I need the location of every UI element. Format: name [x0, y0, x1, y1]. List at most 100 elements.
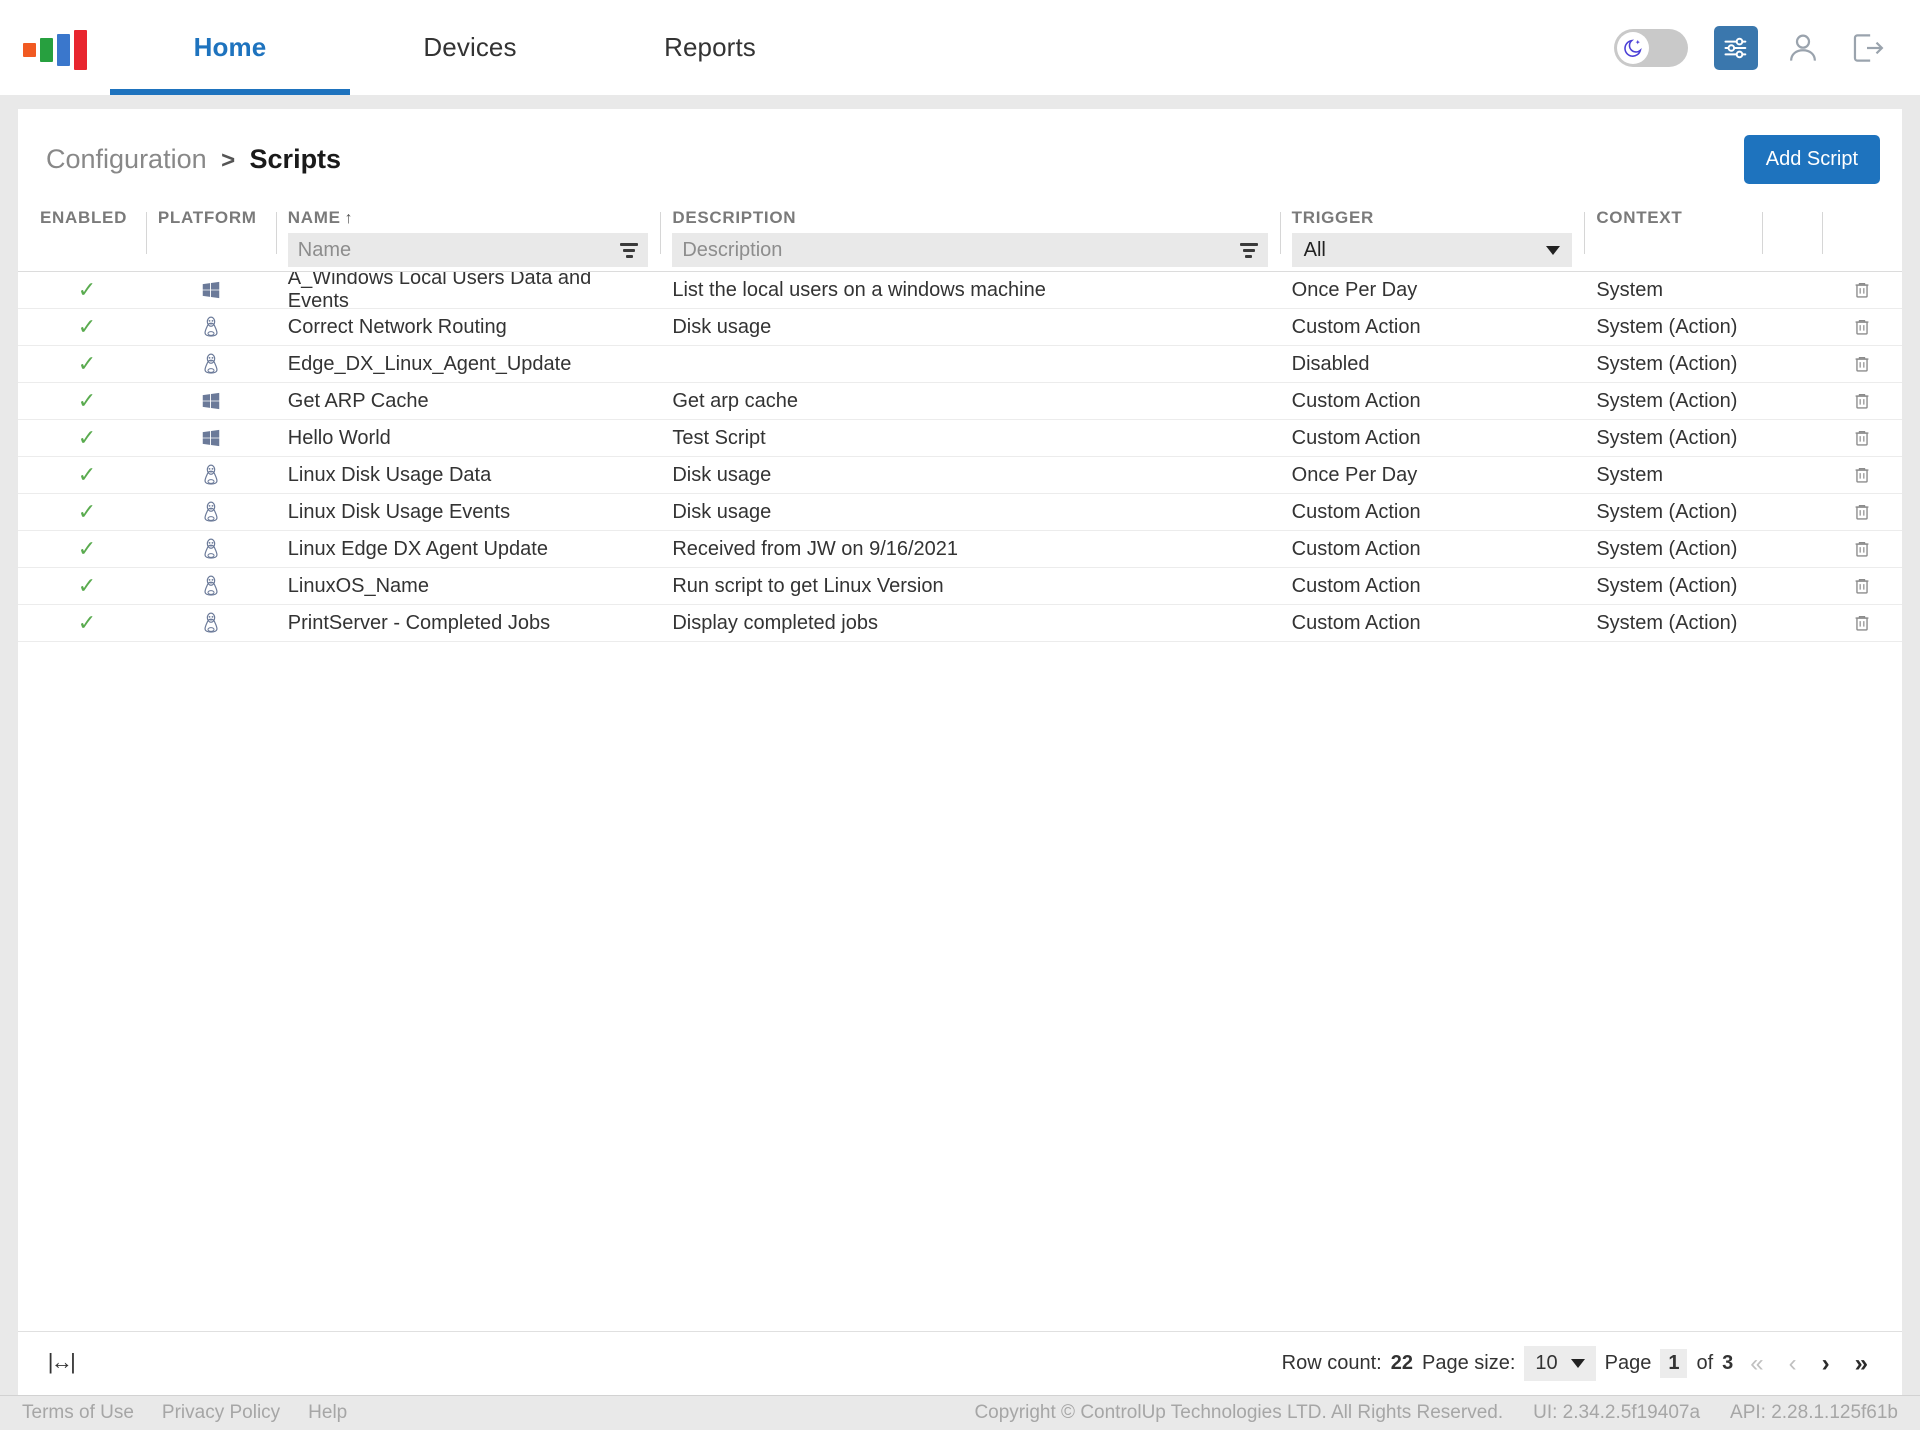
row-platform-icon — [146, 272, 276, 308]
delete-icon — [1855, 282, 1869, 298]
table-row[interactable]: ✓ Get ARP Cache Get arp cache Custom Action… — [18, 383, 1902, 420]
column-header-actions — [1822, 200, 1902, 271]
linux-penguin-icon — [204, 538, 218, 559]
filter-icon[interactable] — [1239, 242, 1258, 258]
add-script-button[interactable]: Add Script — [1743, 135, 1880, 184]
column-header-platform[interactable]: PLATFORM — [145, 200, 276, 271]
linux-penguin-icon — [204, 501, 218, 522]
row-trigger: Custom Action — [1291, 537, 1421, 560]
row-count-label: Row count: — [1281, 1352, 1382, 1374]
row-delete-button[interactable] — [1822, 346, 1902, 382]
nav-item-home[interactable]: Home — [110, 0, 350, 95]
row-delete-button[interactable] — [1822, 568, 1902, 604]
description-filter-input[interactable] — [682, 238, 1240, 262]
row-delete-button[interactable] — [1822, 309, 1902, 345]
breadcrumb-current: Scripts — [249, 144, 342, 174]
row-enabled-checkmark[interactable]: ✓ — [28, 568, 146, 604]
dark-mode-toggle[interactable] — [1614, 28, 1688, 67]
column-header-trigger[interactable]: TRIGGER All — [1279, 200, 1585, 271]
table-row[interactable]: ✓ LinuxOS_Name Run script to get Linux Ver… — [18, 568, 1902, 605]
table-row[interactable]: ✓ Correct Network Routing Disk usage Custom… — [18, 309, 1902, 346]
column-header-enabled[interactable]: ENABLED — [28, 200, 146, 271]
name-filter-box[interactable] — [287, 233, 649, 267]
row-delete-button[interactable] — [1822, 605, 1902, 641]
row-platform-icon — [146, 420, 276, 456]
delete-icon — [1855, 356, 1869, 372]
row-delete-button[interactable] — [1822, 420, 1902, 456]
column-header-description[interactable]: DESCRIPTION — [660, 200, 1279, 271]
table-row[interactable]: ✓ Edge_DX_Linux_Agent_Update Disabled Syste… — [18, 346, 1902, 383]
filter-icon[interactable] — [620, 242, 639, 258]
user-account-button[interactable] — [1784, 29, 1822, 67]
delete-icon — [1855, 578, 1869, 594]
table-row[interactable]: ✓ Hello World Test Script Custom Action Syst… — [18, 420, 1902, 457]
logout-button[interactable] — [1848, 29, 1886, 67]
row-platform-icon — [146, 457, 276, 493]
row-enabled-checkmark[interactable]: ✓ — [28, 383, 146, 419]
nav-item-reports[interactable]: Reports — [590, 0, 830, 95]
table-body: ✓ A_Windows Local Users Data and Events Li… — [18, 272, 1902, 1331]
nav-item-reports-label: Reports — [664, 32, 756, 62]
row-platform-icon — [146, 346, 276, 382]
row-enabled-checkmark[interactable]: ✓ — [28, 457, 146, 493]
sort-ascending-icon[interactable]: ↑ — [345, 210, 354, 227]
row-enabled-checkmark[interactable]: ✓ — [28, 309, 146, 345]
settings-button[interactable] — [1714, 25, 1758, 70]
first-page-button[interactable]: « — [1742, 1350, 1771, 1378]
row-enabled-checkmark[interactable]: ✓ — [28, 494, 146, 530]
next-page-button[interactable]: › — [1814, 1350, 1838, 1378]
row-name: A_Windows Local Users Data and Events — [287, 272, 592, 312]
controlup-logo[interactable] — [0, 0, 110, 95]
table-row[interactable]: ✓ Linux Edge DX Agent Update Received from… — [18, 531, 1902, 568]
privacy-policy-link[interactable]: Privacy Policy — [162, 1402, 280, 1424]
row-enabled-checkmark[interactable]: ✓ — [28, 605, 146, 641]
row-enabled-checkmark[interactable]: ✓ — [28, 346, 146, 382]
nav-item-devices[interactable]: Devices — [350, 0, 590, 95]
row-name: Linux Edge DX Agent Update — [287, 537, 548, 560]
description-filter-box[interactable] — [672, 233, 1268, 267]
column-header-context[interactable]: CONTEXT — [1584, 200, 1762, 271]
last-page-button[interactable]: » — [1847, 1350, 1876, 1378]
row-description: Received from JW on 9/16/2021 — [672, 537, 959, 560]
row-delete-button[interactable] — [1822, 494, 1902, 530]
row-delete-button[interactable] — [1822, 457, 1902, 493]
name-filter-input[interactable] — [297, 238, 621, 262]
row-context: System (Action) — [1596, 315, 1738, 338]
row-delete-button[interactable] — [1822, 383, 1902, 419]
table-row[interactable]: ✓ Linux Disk Usage Data Disk usage Once Per… — [18, 457, 1902, 494]
table-row[interactable]: ✓ Linux Disk Usage Events Disk usage Custom… — [18, 494, 1902, 531]
linux-penguin-icon — [204, 353, 218, 374]
sliders-icon — [1724, 37, 1747, 58]
table-row[interactable]: ✓ PrintServer - Completed Jobs Display com… — [18, 605, 1902, 642]
trigger-filter-select[interactable]: All — [1291, 233, 1573, 267]
fit-columns-icon[interactable]: |↔| — [44, 1351, 80, 1376]
top-navigation-bar: Home Devices Reports — [0, 0, 1920, 95]
breadcrumb: Configuration > Scripts — [46, 144, 341, 175]
help-link[interactable]: Help — [308, 1402, 347, 1424]
row-platform-icon — [146, 605, 276, 641]
terms-of-use-link[interactable]: Terms of Use — [22, 1402, 134, 1424]
row-platform-icon — [146, 309, 276, 345]
row-context: System (Action) — [1596, 537, 1738, 560]
column-header-name[interactable]: NAME ↑ — [275, 200, 661, 271]
row-name: LinuxOS_Name — [287, 574, 429, 597]
current-page-value[interactable]: 1 — [1660, 1349, 1688, 1378]
row-platform-icon — [146, 383, 276, 419]
breadcrumb-parent[interactable]: Configuration — [46, 144, 207, 174]
row-name: Linux Disk Usage Events — [287, 500, 511, 523]
page-size-select[interactable]: 10 — [1524, 1346, 1596, 1381]
row-name: Hello World — [287, 426, 391, 449]
row-enabled-checkmark[interactable]: ✓ — [28, 272, 146, 308]
row-delete-button[interactable] — [1822, 531, 1902, 567]
row-trigger: Once Per Day — [1291, 278, 1418, 301]
logo-bar-3 — [57, 33, 70, 66]
row-description: Get arp cache — [672, 389, 798, 412]
windows-icon — [202, 281, 220, 299]
windows-icon — [202, 429, 220, 447]
column-header-context-label: CONTEXT — [1596, 208, 1683, 227]
row-enabled-checkmark[interactable]: ✓ — [28, 420, 146, 456]
row-enabled-checkmark[interactable]: ✓ — [28, 531, 146, 567]
previous-page-button[interactable]: ‹ — [1781, 1350, 1805, 1378]
table-row[interactable]: ✓ A_Windows Local Users Data and Events Li… — [18, 272, 1902, 312]
row-delete-button[interactable] — [1822, 272, 1902, 308]
